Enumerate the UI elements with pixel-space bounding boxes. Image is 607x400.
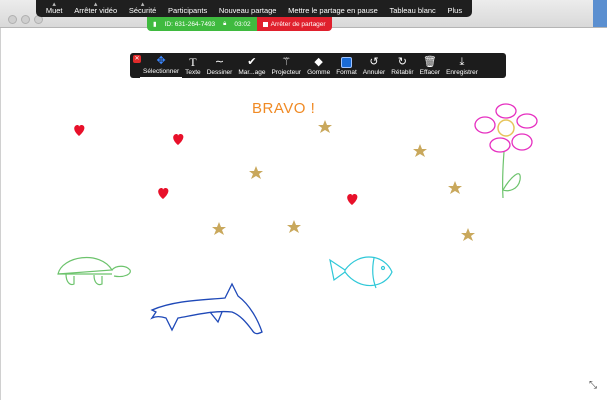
annotation-toolbar: ✕ ✥ Sélectionner T Texte ∼ Dessiner ✔ Ma… (130, 53, 506, 78)
tool-eraser[interactable]: ◆ Gomme (304, 53, 333, 78)
pause-share-button[interactable]: Mettre le partage en pause (288, 6, 378, 17)
flower-stem (501, 151, 521, 199)
bravo-text: BRAVO ! (252, 100, 316, 117)
stop-sharing-label: Arrêter de partager (270, 20, 326, 28)
flower-drawing (474, 103, 538, 153)
save-download-icon: ⤓ (459, 56, 465, 68)
shield-icon: ▴ (140, 1, 145, 8)
participants-button[interactable]: Participants (168, 6, 207, 17)
heart-shape (173, 134, 184, 145)
whiteboard-button[interactable]: Tableau blanc (390, 6, 436, 17)
star-shape (448, 181, 462, 194)
checkmark-stamp-icon: ✔ (247, 56, 257, 68)
spotlight-wand-icon: ⚚ (281, 56, 292, 68)
security-button[interactable]: ▴ Sécurité (129, 1, 157, 17)
star-shape (413, 144, 427, 157)
stop-video-button[interactable]: ▴ Arrêter vidéo (74, 1, 117, 17)
share-status-bar: ▮ ID: 631-264-7493 🔒︎ 03:02 Arrêter de p… (147, 17, 332, 31)
color-swatch-icon (341, 56, 352, 69)
heart-shape (74, 125, 85, 136)
trash-icon: 🗑︎ (422, 56, 437, 68)
lock-icon: 🔒︎ (223, 20, 227, 27)
stop-square-icon (262, 21, 268, 27)
stop-sharing-button[interactable]: Arrêter de partager (256, 17, 332, 31)
signal-icon: ▮ (153, 21, 157, 28)
share-timer: 03:02 (234, 20, 251, 28)
tool-redo[interactable]: ↻ Rétablir (388, 53, 416, 78)
meeting-id: ID: 631-264-7493 (164, 20, 216, 28)
tool-save[interactable]: ⤓ Enregistrer (443, 53, 481, 78)
fish-drawing (329, 256, 393, 289)
microphone-icon: ▴ (52, 1, 56, 8)
redo-icon: ↻ (397, 56, 408, 68)
new-share-button[interactable]: Nouveau partage (219, 6, 277, 17)
tool-text[interactable]: T Texte (182, 53, 204, 78)
heart-shape (347, 194, 358, 205)
tool-spotlight[interactable]: ⚚ Projecteur (268, 53, 304, 78)
tool-draw[interactable]: ∼ Dessiner (204, 53, 236, 78)
star-shape (318, 120, 332, 133)
move-arrows-icon: ✥ (156, 55, 166, 67)
star-shape (287, 220, 301, 233)
share-info: ▮ ID: 631-264-7493 🔒︎ 03:02 (147, 17, 257, 31)
star-shape (461, 228, 475, 241)
eraser-icon: ◆ (314, 56, 323, 68)
tool-select[interactable]: ✥ Sélectionner (140, 53, 183, 78)
tool-clear[interactable]: 🗑︎ Effacer (417, 53, 443, 78)
squiggle-draw-icon: ∼ (214, 56, 225, 68)
undo-icon: ↺ (369, 56, 379, 68)
mute-button[interactable]: ▴ Muet (46, 1, 63, 17)
tool-stamp[interactable]: ✔ Mar...age (235, 53, 268, 78)
turtle-drawing (57, 256, 131, 286)
resize-corner-icon[interactable]: ⤡ (589, 380, 597, 391)
text-T-icon: T (189, 55, 197, 69)
dolphin-drawing (150, 282, 263, 335)
tool-undo[interactable]: ↺ Annuler (360, 53, 388, 78)
close-annotation-icon[interactable]: ✕ (133, 55, 141, 63)
more-button[interactable]: Plus (447, 6, 462, 17)
meeting-toolbar: ▴ Muet ▴ Arrêter vidéo ▴ Sécurité Participa… (36, 0, 472, 17)
star-shape (249, 166, 263, 179)
video-camera-icon: ▴ (93, 1, 98, 8)
star-shape (212, 222, 226, 235)
heart-shape (158, 188, 169, 199)
tool-format[interactable]: Format (333, 53, 360, 78)
